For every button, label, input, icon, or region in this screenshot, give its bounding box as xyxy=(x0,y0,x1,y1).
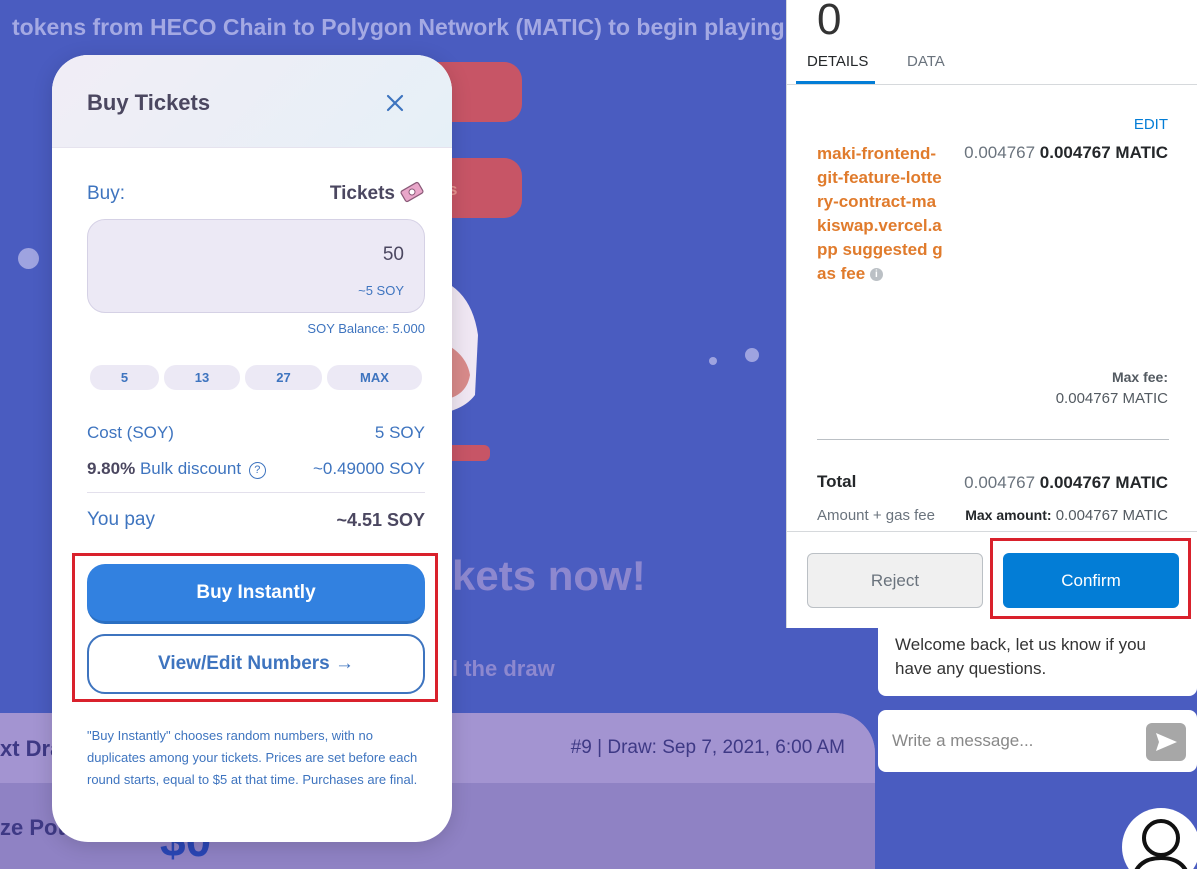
transaction-amount: 0 xyxy=(817,0,842,44)
help-icon[interactable]: ? xyxy=(248,462,266,479)
discount-percent: 9.80% xyxy=(87,459,136,478)
gas-fee-amount: 0.004767 0.004767 MATIC xyxy=(964,143,1168,163)
tab-data[interactable]: DATA xyxy=(907,53,945,70)
edit-gas-link[interactable]: EDIT xyxy=(1134,116,1168,133)
gas-fee-light: 0.004767 xyxy=(964,143,1036,162)
total-amount: 0.004767 0.004767 MATIC xyxy=(964,473,1168,493)
hero-text: tokens from HECO Chain to Polygon Networ… xyxy=(12,14,785,40)
send-button[interactable] xyxy=(1146,723,1186,761)
quick-amount-max[interactable]: MAX xyxy=(327,365,422,390)
total-light: 0.004767 xyxy=(964,473,1036,492)
chat-input-box[interactable]: Write a message... xyxy=(878,710,1197,772)
quick-amount-13[interactable]: 13 xyxy=(164,365,240,390)
buy-label: Buy: xyxy=(87,183,126,204)
metamask-tabs: DETAILS DATA xyxy=(787,42,1197,85)
max-fee-value: 0.004767 MATIC xyxy=(1055,390,1168,407)
amount-gas-label: Amount + gas fee xyxy=(817,507,935,524)
highlight-box-confirm xyxy=(990,538,1191,619)
draw-info: #9 | Draw: Sep 7, 2021, 6:00 AM xyxy=(570,737,845,758)
site-gas-label: maki-frontend-git-feature-lottery-contra… xyxy=(817,144,943,283)
decor-dot xyxy=(709,357,717,365)
decor-dot xyxy=(745,348,759,362)
tab-details[interactable]: DETAILS xyxy=(807,53,868,70)
tickets-label: Tickets xyxy=(329,183,395,204)
discount-value: ~0.49000 SOY xyxy=(312,459,425,478)
max-amount-label: Max amount: xyxy=(965,507,1052,523)
info-icon[interactable]: i xyxy=(869,268,883,281)
cost-label: Cost (SOY) xyxy=(87,423,174,442)
modal-header: Buy Tickets xyxy=(52,55,452,148)
max-fee-label: Max fee: xyxy=(1111,369,1168,385)
you-pay-label: You pay xyxy=(87,509,155,530)
you-pay-value: ~4.51 SOY xyxy=(336,510,425,530)
cost-value: 5 SOY xyxy=(374,423,425,442)
max-amount: Max amount: 0.004767 MATIC xyxy=(965,507,1168,524)
metamask-confirm-panel: 0 DETAILS DATA EDIT maki-frontend-git-fe… xyxy=(786,0,1197,628)
modal-title: Buy Tickets xyxy=(87,90,211,115)
purchase-note: "Buy Instantly" chooses random numbers, … xyxy=(87,728,418,787)
total-strong: 0.004767 MATIC xyxy=(1039,473,1168,492)
close-icon[interactable] xyxy=(383,91,407,115)
quick-amount-27[interactable]: 27 xyxy=(245,365,322,390)
total-label: Total xyxy=(817,472,857,491)
max-amount-value: 0.004767 MATIC xyxy=(1055,507,1168,524)
background-heading: kets now! xyxy=(452,552,646,599)
send-icon xyxy=(1156,733,1177,751)
divider xyxy=(817,439,1169,440)
background-subheading: l the draw xyxy=(452,656,555,681)
buy-row: Buy: Tickets xyxy=(87,181,425,207)
soy-balance: SOY Balance: 5.000 xyxy=(307,321,425,336)
quick-amount-5[interactable]: 5 xyxy=(90,365,159,390)
suggested-gas-fee-label: maki-frontend-git-feature-lottery-contra… xyxy=(817,142,945,286)
chat-input-placeholder: Write a message... xyxy=(892,731,1034,750)
discount-label: Bulk discount xyxy=(139,459,242,478)
buy-tickets-modal: Buy Tickets Buy: Tickets 50 ~5 SOY SOY B… xyxy=(52,55,452,842)
chat-message-text: Welcome back, let us know if you have an… xyxy=(895,635,1147,678)
active-tab-indicator xyxy=(796,81,875,84)
reject-button[interactable]: Reject xyxy=(807,553,983,608)
decor-dot xyxy=(18,248,39,269)
highlight-box-buy-buttons xyxy=(72,553,438,702)
ticket-amount-soy: ~5 SOY xyxy=(358,283,404,298)
ticket-icon xyxy=(400,181,424,203)
ticket-amount-value: 50 xyxy=(382,244,404,265)
ticket-amount-input[interactable]: 50 ~5 SOY xyxy=(87,219,425,313)
chat-message-bubble: Welcome back, let us know if you have an… xyxy=(878,625,1197,696)
gas-fee-strong: 0.004767 MATIC xyxy=(1039,143,1168,162)
divider xyxy=(87,492,425,493)
